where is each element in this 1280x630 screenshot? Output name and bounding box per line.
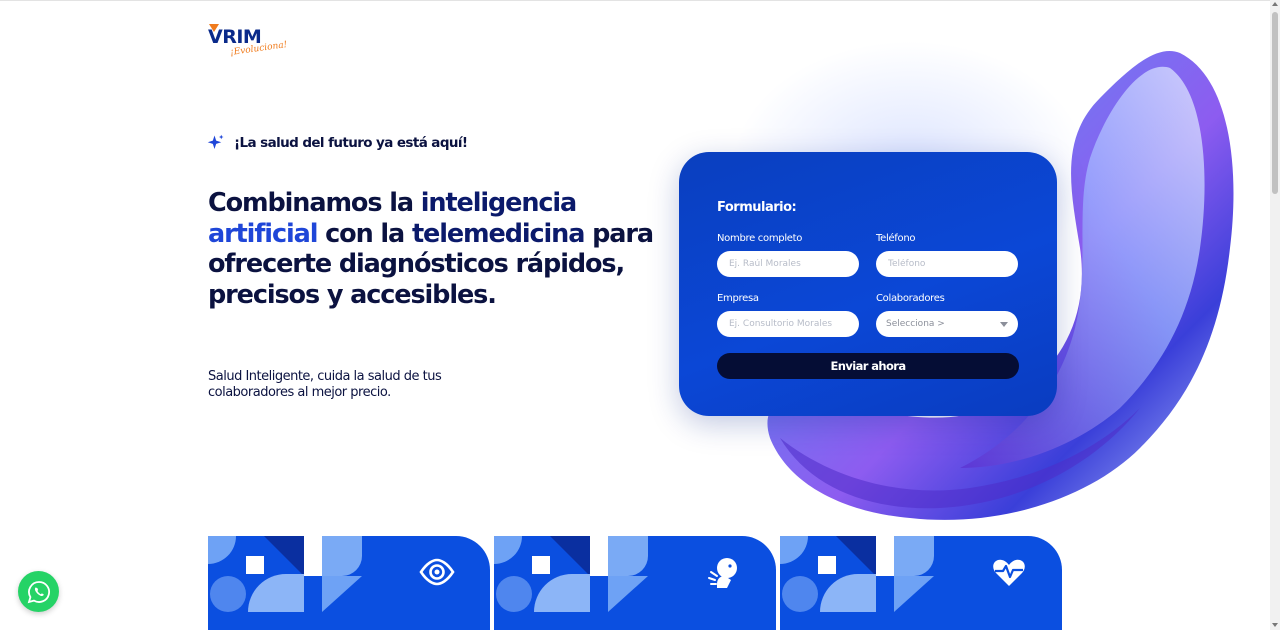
headline-highlight: telemedicina (411, 218, 586, 249)
submit-button[interactable]: Enviar ahora (717, 353, 1019, 379)
phone-label: Teléfono (876, 233, 916, 244)
phone-input[interactable] (876, 251, 1018, 277)
collaborators-label: Colaboradores (876, 293, 945, 304)
form-title: Formulario: (717, 200, 797, 215)
headline-highlight: artificial (208, 218, 318, 249)
geometric-pattern (494, 536, 648, 612)
chevron-down-icon (1000, 321, 1008, 327)
name-input[interactable] (717, 251, 859, 277)
hero-subtext: Salud Inteligente, cuida la salud de tus… (208, 369, 442, 400)
headline-part: Combinamos la (208, 188, 421, 218)
feature-card-vision[interactable] (208, 536, 490, 630)
name-label: Nombre completo (717, 233, 803, 244)
vrim-logo[interactable]: VRIM ¡Evoluciona! (208, 24, 288, 60)
heart-pulse-icon (993, 559, 1025, 586)
kicker-text: ¡La salud del futuro ya está aquí! (234, 135, 468, 151)
scroll-up-arrow-icon[interactable] (1272, 2, 1278, 6)
scroll-down-arrow-icon[interactable] (1272, 623, 1278, 627)
top-border (0, 0, 1270, 1)
eye-icon (419, 558, 455, 586)
contact-form: Formulario: Nombre completo Teléfono Emp… (679, 152, 1057, 416)
geometric-pattern (780, 536, 934, 612)
cough-icon (708, 558, 737, 588)
page-scrollbar[interactable] (1270, 0, 1280, 630)
hero-headline: Combinamos la inteligencia artificial co… (208, 188, 678, 310)
scrollbar-thumb[interactable] (1272, 12, 1278, 194)
company-label: Empresa (717, 293, 759, 304)
geometric-pattern (208, 536, 362, 612)
headline-highlight: inteligencia (420, 188, 578, 218)
sparkle-icon (207, 134, 224, 149)
feature-card-heart[interactable] (780, 536, 1062, 630)
collaborators-selected-value: Selecciona > (886, 319, 945, 329)
company-input[interactable] (717, 311, 859, 337)
collaborators-select[interactable]: Selecciona > (876, 311, 1018, 337)
headline-part: con la (317, 218, 412, 249)
whatsapp-icon (27, 580, 50, 603)
hero-kicker: ¡La salud del futuro ya está aquí! (207, 134, 468, 152)
feature-card-respiratory[interactable] (494, 536, 776, 630)
whatsapp-button[interactable] (18, 571, 59, 612)
